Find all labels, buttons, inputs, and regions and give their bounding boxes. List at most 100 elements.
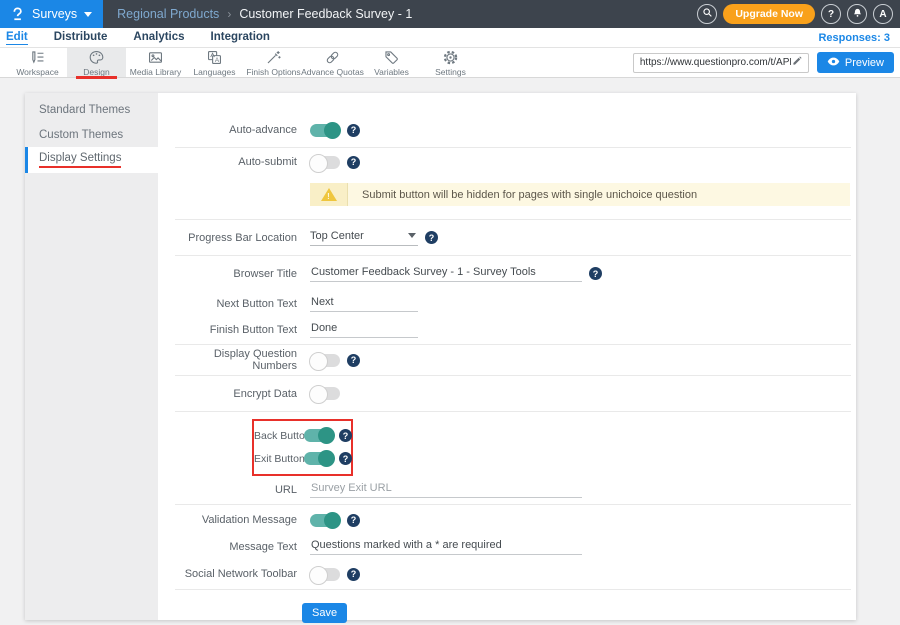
help-icon[interactable]: ? <box>339 429 352 442</box>
magic-wand-icon <box>265 49 282 66</box>
help-icon[interactable]: ? <box>347 156 360 169</box>
toolbar-item-languages[interactable]: A Languages <box>185 48 244 77</box>
divider <box>175 589 851 590</box>
toolbar-item-finish-options[interactable]: Finish Options <box>244 48 303 77</box>
help-icon[interactable]: ? <box>347 568 360 581</box>
nav-tab-analytics[interactable]: Analytics <box>133 31 184 44</box>
edit-pencil-icon[interactable] <box>791 54 803 72</box>
toolbar-item-label: Media Library <box>130 67 182 77</box>
next-button-text-row: Next Button Text <box>175 291 856 316</box>
message-text-label: Message Text <box>175 541 297 553</box>
social-network-toolbar-toggle[interactable] <box>310 568 340 581</box>
auto-advance-row: Auto-advance ? <box>175 113 856 147</box>
palette-icon <box>88 49 105 66</box>
auto-submit-toggle[interactable] <box>310 156 340 169</box>
toolbar-item-settings[interactable]: Settings <box>421 48 480 77</box>
back-button-toggle[interactable] <box>304 429 334 442</box>
toolbar-item-advance-quotas[interactable]: Advance Quotas <box>303 48 362 77</box>
breadcrumb-current: Customer Feedback Survey - 1 <box>239 7 412 21</box>
notifications-button[interactable] <box>847 4 867 24</box>
sidebar-item-label: Custom Themes <box>39 129 123 141</box>
browser-title-label: Browser Title <box>175 268 297 280</box>
help-icon[interactable]: ? <box>339 452 352 465</box>
sidebar-item-display-settings[interactable]: Display Settings <box>25 147 158 173</box>
auto-advance-label: Auto-advance <box>175 124 297 136</box>
topbar-actions: Upgrade Now ? A <box>697 4 900 24</box>
help-icon[interactable]: ? <box>347 514 360 527</box>
browser-title-input[interactable] <box>310 266 582 282</box>
help-icon[interactable]: ? <box>425 231 438 244</box>
finish-button-text-input[interactable] <box>310 322 418 338</box>
next-button-text-input[interactable] <box>310 296 418 312</box>
eye-icon <box>827 57 840 69</box>
encrypt-data-row: Encrypt Data <box>175 376 856 411</box>
help-icon[interactable]: ? <box>347 124 360 137</box>
help-button[interactable]: ? <box>821 4 841 24</box>
toolbar-item-workspace[interactable]: Workspace <box>8 48 67 77</box>
display-settings-panel: Standard Themes Custom Themes Display Se… <box>25 93 856 620</box>
help-icon[interactable]: ? <box>347 354 360 367</box>
exit-url-input[interactable] <box>310 482 582 498</box>
design-toolbar: Workspace Design Media Library A <box>0 48 900 78</box>
bell-icon <box>852 7 863 22</box>
gear-icon <box>442 49 459 66</box>
preview-label: Preview <box>845 57 884 69</box>
breadcrumb-parent[interactable]: Regional Products <box>117 7 219 21</box>
upgrade-now-button[interactable]: Upgrade Now <box>723 4 815 24</box>
toolbar-item-design[interactable]: Design <box>67 48 126 77</box>
display-question-numbers-label: Display Question Numbers <box>175 348 297 372</box>
warning-exclaim: ! <box>327 192 330 201</box>
back-button-row: Back Button ? <box>254 425 351 446</box>
exit-button-label: Exit Button <box>254 453 294 465</box>
save-button[interactable]: Save <box>302 603 347 623</box>
questionpro-logo-icon <box>10 6 25 22</box>
search-icon <box>702 7 713 21</box>
breadcrumb: Regional Products › Customer Feedback Su… <box>117 7 412 21</box>
auto-submit-label: Auto-submit <box>175 156 297 168</box>
sidebar-item-standard-themes[interactable]: Standard Themes <box>25 97 158 122</box>
help-icon[interactable]: ? <box>589 267 602 280</box>
message-text-input[interactable] <box>310 539 582 555</box>
design-sidebar: Standard Themes Custom Themes Display Se… <box>25 93 158 620</box>
divider <box>175 411 851 412</box>
display-question-numbers-toggle[interactable] <box>310 354 340 367</box>
encrypt-data-toggle[interactable] <box>310 387 340 400</box>
validation-message-toggle[interactable] <box>310 514 340 527</box>
toolbar-item-label: Finish Options <box>246 67 300 77</box>
nav-tab-distribute[interactable]: Distribute <box>54 31 108 44</box>
encrypt-data-label: Encrypt Data <box>175 388 297 400</box>
exit-url-label: URL <box>175 484 297 496</box>
back-button-label: Back Button <box>254 430 294 442</box>
exit-button-toggle[interactable] <box>304 452 334 465</box>
survey-url-input[interactable] <box>640 57 791 68</box>
toolbar-item-variables[interactable]: Variables <box>362 48 421 77</box>
toolbar-item-media-library[interactable]: Media Library <box>126 48 185 77</box>
breadcrumb-separator: › <box>227 7 231 21</box>
sidebar-item-custom-themes[interactable]: Custom Themes <box>25 122 158 147</box>
toolbar-item-label: Variables <box>374 67 409 77</box>
nav-tab-edit[interactable]: Edit <box>6 31 28 45</box>
nav-tab-integration[interactable]: Integration <box>211 31 270 44</box>
top-bar: Surveys Regional Products › Customer Fee… <box>0 0 900 28</box>
message-text-row: Message Text <box>175 535 856 559</box>
progress-bar-select[interactable]: Top Center <box>310 230 418 246</box>
preview-button[interactable]: Preview <box>817 52 894 73</box>
chevron-down-icon <box>84 12 92 17</box>
link-icon <box>324 49 341 66</box>
progress-bar-value: Top Center <box>310 230 364 242</box>
product-menu-label: Surveys <box>32 7 77 21</box>
warning-icon-cell: ! <box>310 183 348 206</box>
image-icon <box>147 49 164 66</box>
warning-icon: ! <box>321 188 337 201</box>
warning-message: Submit button will be hidden for pages w… <box>348 183 850 206</box>
auto-submit-warning: ! Submit button will be hidden for pages… <box>310 183 850 206</box>
sidebar-item-label: Standard Themes <box>39 104 130 116</box>
responses-count[interactable]: Responses: 3 <box>818 32 890 44</box>
workspace-icon <box>29 49 46 66</box>
avatar[interactable]: A <box>873 4 893 24</box>
auto-advance-toggle[interactable] <box>310 124 340 137</box>
product-menu[interactable]: Surveys <box>0 0 103 28</box>
search-button[interactable] <box>697 4 717 24</box>
translate-icon: A <box>206 49 223 66</box>
sidebar-item-label: Display Settings <box>39 152 121 168</box>
